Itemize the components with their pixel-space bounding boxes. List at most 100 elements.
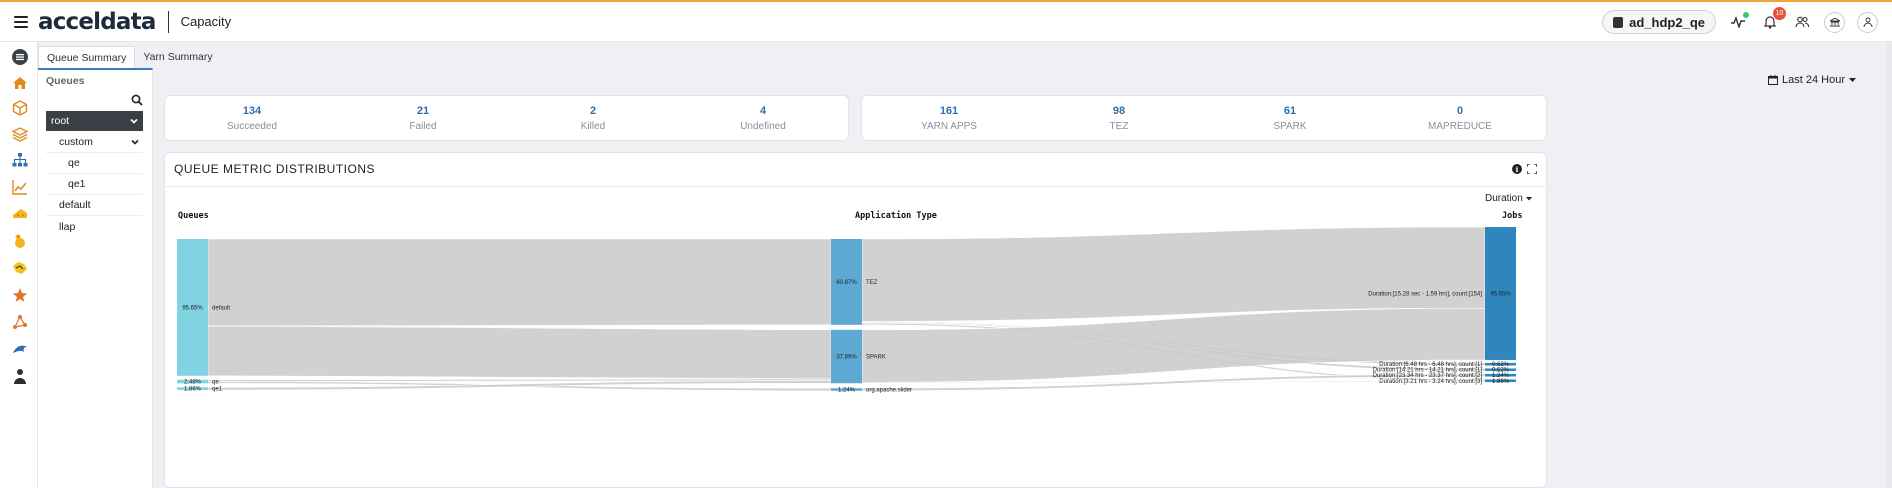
queue-item-qe[interactable]: qe	[46, 153, 143, 174]
queue-item-qe1[interactable]: qe1	[46, 174, 143, 195]
queue-panel: Queues root custom qe qe1 default llap	[38, 68, 153, 488]
hive-icon[interactable]	[12, 260, 28, 276]
stat-label: TEZ	[1109, 121, 1129, 132]
app-type-card: 161 YARN APPS 98 TEZ 61 SPARK 0 MAPREDUC…	[861, 95, 1547, 141]
database-icon	[1613, 16, 1624, 28]
layers-icon[interactable]	[12, 126, 28, 142]
queue-item-label: llap	[59, 220, 76, 233]
queue-item-label: root	[51, 115, 70, 127]
stat-label: YARN APPS	[921, 121, 977, 132]
stat-value: 161	[939, 105, 959, 117]
column-header-jobs: Jobs	[1502, 211, 1522, 221]
sankey-node-label: Duration:[15.28 sec - 1.59 hrs], count:[…	[1368, 291, 1482, 297]
sankey-link-default-to-tez	[207, 238, 832, 327]
home-icon[interactable]	[12, 75, 28, 91]
stat-value: 98	[1112, 105, 1126, 117]
notification-badge: 10	[1773, 7, 1786, 20]
spark-icon[interactable]	[12, 287, 28, 303]
sankey-node-label: qe1	[212, 387, 223, 393]
sankey-node-percent: 60.87%	[836, 280, 857, 286]
page-title: Capacity	[180, 14, 232, 29]
caret-down-icon	[1848, 77, 1856, 82]
stat-label: Undefined	[740, 121, 786, 132]
queue-panel-title: Queues	[46, 75, 85, 87]
column-header-queues: Queues	[178, 211, 209, 221]
top-bar: acceldata Capacity ad_hdp2_qe 10	[0, 0, 1892, 42]
sankey-node-percent: 1.24%	[838, 388, 856, 394]
queue-item-llap[interactable]: llap	[46, 216, 143, 237]
stat-killed[interactable]: 2 Killed	[533, 105, 653, 132]
job-status-card: 134 Succeeded 21 Failed 2 Killed 4 Undef…	[164, 95, 849, 141]
left-nav-rail	[0, 42, 38, 488]
sankey-link-tez-to-duration-15-28-sec-1-59-hrs-count-154	[861, 226, 1486, 322]
tab-queue-summary[interactable]: Queue Summary	[38, 46, 136, 69]
sankey-node-percent: 1.86%	[184, 387, 202, 393]
sankey-node-percent: 1.86%	[1492, 379, 1510, 385]
sankey-node-label: qe	[212, 380, 219, 386]
stat-mapreduce[interactable]: 0 MAPREDUCE	[1400, 105, 1520, 132]
stat-failed[interactable]: 21 Failed	[363, 105, 483, 132]
pulse-icon[interactable]	[1728, 12, 1749, 32]
person-icon[interactable]	[12, 368, 28, 384]
sankey-node-percent: 95.65%	[182, 305, 203, 311]
cluster-selector[interactable]: ad_hdp2_qe	[1602, 10, 1716, 34]
line-chart-icon[interactable]	[12, 179, 28, 195]
stat-tez[interactable]: 98 TEZ	[1059, 105, 1179, 132]
queue-item-default[interactable]: default	[46, 195, 143, 216]
stat-value: 21	[416, 105, 430, 117]
menu-icon[interactable]	[12, 49, 28, 65]
cluster-name: ad_hdp2_qe	[1629, 14, 1705, 30]
network-icon[interactable]	[12, 314, 28, 330]
stat-label: SPARK	[1273, 121, 1307, 132]
hadoop-icon[interactable]	[12, 233, 28, 249]
title-divider	[167, 10, 169, 33]
sankey-node-percent: 2.48%	[184, 380, 202, 386]
stat-undefined[interactable]: 4 Undefined	[703, 105, 823, 132]
stat-succeeded[interactable]: 134 Succeeded	[192, 105, 312, 132]
stat-yarn-apps[interactable]: 161 YARN APPS	[889, 105, 1009, 132]
queue-item-label: default	[59, 199, 91, 211]
users-icon[interactable]	[1792, 12, 1812, 32]
chevron-down-icon[interactable]	[131, 138, 139, 146]
stat-label: Failed	[409, 121, 437, 132]
stat-label: MAPREDUCE	[1428, 121, 1492, 132]
search-icon[interactable]	[131, 94, 143, 106]
sankey-node-label: Duration:[3.21 hrs - 3.24 hrs], count:[3…	[1379, 379, 1482, 385]
dolphin-icon[interactable]	[12, 341, 28, 357]
sankey-chart: Queues Application Type Jobs 95.65% default 2…	[177, 210, 1522, 394]
chevron-down-icon[interactable]	[130, 117, 138, 125]
sankey-node-label: SPARK	[866, 355, 886, 361]
sankey-node-label: TEZ	[866, 280, 878, 286]
queue-item-root[interactable]: root	[46, 111, 143, 131]
stat-value: 2	[589, 105, 597, 117]
bank-icon[interactable]	[1824, 11, 1845, 33]
stat-label: Succeeded	[226, 121, 278, 132]
queue-item-label: custom	[59, 136, 93, 148]
cheese-icon[interactable]	[12, 206, 28, 222]
app-logo[interactable]: acceldata	[38, 9, 156, 35]
sankey-node-percent: 37.89%	[836, 355, 857, 361]
sankey-node-percent: 95.65%	[1490, 291, 1511, 297]
calendar-icon	[1768, 75, 1778, 85]
queue-metric-panel: QUEUE METRIC DISTRIBUTIONS i Duration Qu…	[164, 152, 1547, 488]
stat-label: Killed	[580, 121, 606, 132]
top-right-actions: ad_hdp2_qe 10	[1602, 2, 1878, 42]
user-icon[interactable]	[1857, 11, 1878, 33]
stat-spark[interactable]: 61 SPARK	[1230, 105, 1350, 132]
sitemap-icon[interactable]	[12, 152, 28, 168]
cube-icon[interactable]	[12, 100, 28, 116]
sankey-node-label: default	[212, 305, 230, 311]
sankey-node-label: org.apache.slider	[866, 388, 912, 394]
status-dot	[1743, 12, 1749, 18]
bell-icon[interactable]: 10	[1760, 7, 1786, 32]
stat-value: 4	[759, 105, 767, 117]
date-range-label: Last 24 Hour	[1782, 74, 1845, 86]
tab-yarn-summary[interactable]: Yarn Summary	[135, 46, 220, 69]
queue-item-label: qe	[68, 157, 80, 169]
queue-item-custom[interactable]: custom	[46, 132, 143, 153]
page-scrollbar[interactable]	[1886, 42, 1892, 488]
stat-value: 0	[1456, 105, 1464, 117]
summary-tabs: Queue Summary Yarn Summary	[38, 46, 221, 69]
date-range-dropdown[interactable]: Last 24 Hour	[1768, 74, 1856, 86]
hamburger-menu-icon[interactable]	[14, 15, 28, 28]
